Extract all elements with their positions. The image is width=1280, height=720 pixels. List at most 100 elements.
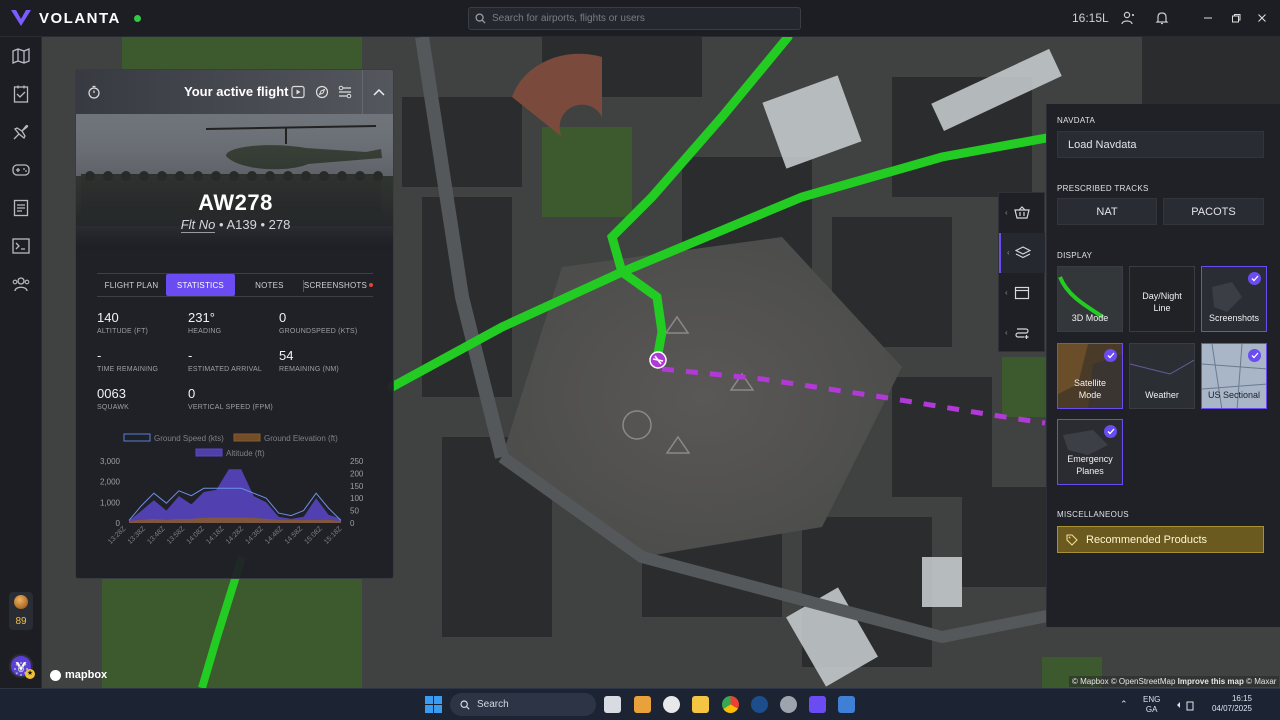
app-logo[interactable]: VOLANTA	[10, 8, 141, 28]
chevron-left-icon: ‹	[1005, 288, 1008, 297]
xp-level-value: 89	[15, 616, 27, 627]
day-night-line-toggle[interactable]: Day/Night Line	[1129, 266, 1195, 332]
xp-level-badge[interactable]: 89	[9, 592, 33, 630]
restore-window-icon[interactable]	[1228, 10, 1244, 26]
pacots-tracks-button[interactable]: PACOTS	[1163, 198, 1264, 225]
flight-number: 278	[268, 217, 291, 232]
settings-gear-icon[interactable]	[11, 659, 31, 679]
layers-tool-button[interactable]: ‹	[999, 233, 1045, 273]
input-language[interactable]: ENG GA	[1143, 695, 1160, 715]
windows-start-icon[interactable]	[425, 696, 442, 713]
x-axis-tick-label: 14:48Z	[264, 525, 285, 546]
stat-label: HEADING	[188, 328, 222, 335]
attribution-mapbox-link[interactable]: © Mapbox	[1072, 677, 1109, 686]
system-tray-chevron-icon[interactable]: ⌃	[1120, 699, 1128, 710]
tab-notes[interactable]: NOTES	[235, 274, 304, 296]
local-time: 16:15L	[1072, 11, 1109, 25]
panel-tool-button[interactable]: ‹	[999, 273, 1045, 313]
flight-number-label[interactable]: Flt No	[180, 217, 216, 233]
settings-app-icon[interactable]	[780, 696, 797, 713]
volanta-taskbar-icon[interactable]	[809, 696, 826, 713]
timer-icon[interactable]	[86, 84, 102, 100]
windows-taskbar: Search ⌃ ENG GA 16:15 04/07/2025	[0, 688, 1280, 720]
flights-icon[interactable]	[11, 122, 31, 142]
gamepad-icon[interactable]	[11, 160, 31, 180]
attribution-maxar-link[interactable]: © Maxar	[1246, 677, 1276, 686]
display-heading: DISPLAY	[1057, 251, 1093, 260]
route-add-icon	[1015, 328, 1029, 339]
xp-ball-icon	[14, 595, 28, 609]
taskbar-clock[interactable]: 16:15 04/07/2025	[1206, 694, 1252, 714]
language-code: ENG	[1143, 695, 1161, 704]
shop-tool-button[interactable]: ‹	[999, 193, 1045, 233]
legend-label: Ground Elevation (ft)	[264, 434, 338, 443]
weather-toggle[interactable]: Weather	[1129, 343, 1195, 409]
community-icon[interactable]	[11, 274, 31, 294]
x-axis-tick-label: 14:38Z	[245, 525, 266, 546]
tab-statistics[interactable]: STATISTICS	[165, 274, 235, 296]
network-volume-icons[interactable]	[1173, 698, 1197, 711]
aircraft-type: A139	[226, 217, 257, 232]
miscellaneous-heading: MISCELLANEOUS	[1057, 510, 1129, 519]
file-explorer-icon[interactable]	[692, 696, 709, 713]
close-window-icon[interactable]	[1254, 10, 1270, 26]
media-player-icon[interactable]	[634, 696, 651, 713]
stat-value: -	[97, 348, 102, 363]
logbook-icon[interactable]	[11, 84, 31, 104]
collapse-panel-button[interactable]	[362, 70, 393, 114]
3d-mode-toggle[interactable]: 3D Mode	[1057, 266, 1123, 332]
stat-estimated-arrival: - ESTIMATED ARRIVAL	[188, 348, 262, 373]
recommended-products-button[interactable]: Recommended Products	[1057, 526, 1264, 553]
tab-label: FLIGHT PLAN	[104, 280, 159, 290]
emergency-planes-toggle[interactable]: Emergency Planes	[1057, 419, 1123, 485]
search-icon	[460, 699, 470, 710]
load-navdata-button[interactable]: Load Navdata	[1057, 131, 1264, 158]
x-axis-tick-label: 15:18Z	[323, 525, 344, 546]
nat-tracks-button[interactable]: NAT	[1057, 198, 1157, 225]
x-axis-tick-label: 13:28Z	[107, 525, 128, 546]
flight-sim-icon[interactable]	[838, 696, 855, 713]
recommended-label: Recommended Products	[1086, 533, 1208, 546]
route-tool-button[interactable]: ‹	[999, 313, 1045, 353]
stat-altitude: 140 ALTITUDE (FT)	[97, 310, 148, 335]
us-sectional-toggle[interactable]: US Sectional	[1201, 343, 1267, 409]
search-input[interactable]	[492, 13, 792, 24]
route-settings-icon[interactable]	[337, 84, 353, 100]
attribution-osm-link[interactable]: © OpenStreetMap	[1111, 677, 1176, 686]
taskbar-time: 16:15	[1231, 694, 1252, 703]
terminal-icon[interactable]	[11, 236, 31, 256]
volanta-app-window: VOLANTA 16:15L	[0, 0, 1280, 720]
tab-label: STATISTICS	[176, 280, 224, 290]
minimize-window-icon[interactable]	[1200, 10, 1216, 26]
y-axis-left-tick-label: 1,000	[100, 498, 121, 507]
tab-screenshots[interactable]: SCREENSHOTS	[302, 274, 374, 296]
x-axis-tick-label: 13:58Z	[166, 525, 187, 546]
replay-icon[interactable]	[290, 84, 306, 100]
notifications-bell-icon[interactable]	[1154, 10, 1170, 26]
map-icon[interactable]	[11, 46, 31, 66]
app-shield-icon[interactable]	[663, 696, 680, 713]
steam-icon[interactable]	[751, 696, 768, 713]
basket-icon	[1014, 206, 1030, 219]
checkmark-icon	[1248, 349, 1261, 362]
active-flight-panel: Your active flight AW278 Flt No • A139 •…	[75, 69, 394, 579]
task-view-icon[interactable]	[604, 696, 621, 713]
chrome-icon[interactable]	[722, 696, 739, 713]
flight-profile-chart[interactable]: Ground Speed (kts) Ground Elevation (ft) A…	[84, 428, 384, 558]
stat-label: ALTITUDE (FT)	[97, 328, 149, 335]
tab-flight-plan[interactable]: FLIGHT PLAN	[97, 274, 166, 296]
chevron-up-icon	[373, 88, 385, 96]
legend-swatch	[123, 433, 151, 442]
satellite-mode-toggle[interactable]: Satellite Mode	[1057, 343, 1123, 409]
search-bar[interactable]	[468, 7, 801, 30]
mapbox-logo[interactable]: mapbox	[50, 669, 107, 681]
y-axis-right-tick-label: 150	[350, 482, 364, 491]
stat-value: 140	[97, 310, 119, 325]
taskbar-search[interactable]: Search	[450, 693, 596, 716]
screenshots-toggle[interactable]: Screenshots	[1201, 266, 1267, 332]
friends-icon[interactable]	[1120, 10, 1136, 26]
improve-map-link[interactable]: Improve this map	[1178, 677, 1244, 686]
flight-plan-icon[interactable]	[11, 198, 31, 218]
compass-icon[interactable]	[314, 84, 330, 100]
search-icon	[475, 13, 486, 24]
